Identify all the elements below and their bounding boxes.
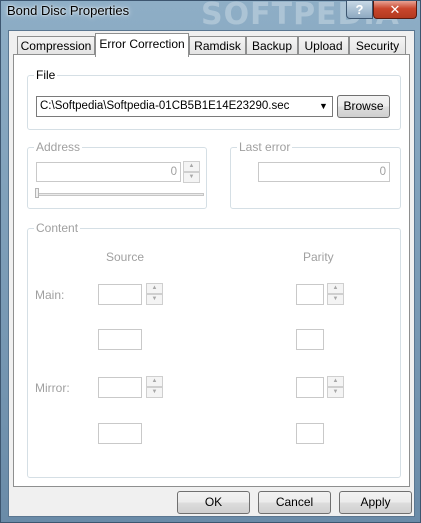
last-error-field: 0: [258, 162, 390, 182]
file-group-label: File: [34, 68, 58, 82]
tab-security[interactable]: Security: [349, 36, 406, 56]
spin-down-icon[interactable]: ▼: [327, 294, 344, 305]
mirror-label: Mirror:: [35, 381, 70, 395]
main-source-spinner[interactable]: ▲ ▼: [146, 283, 163, 305]
file-group: File C:\Softpedia\Softpedia-01CB5B1E14E2…: [27, 68, 401, 130]
browse-button[interactable]: Browse: [337, 95, 390, 118]
tab-compression[interactable]: Compression: [17, 36, 95, 56]
main-source-field[interactable]: [98, 284, 142, 305]
spin-up-icon[interactable]: ▲: [327, 283, 344, 294]
spin-up-icon[interactable]: ▲: [327, 376, 344, 387]
dialog-client: Compression Error Correction Ramdisk Bac…: [8, 30, 415, 517]
tab-error-correction[interactable]: Error Correction: [95, 33, 189, 57]
content-group: Content Source Parity Main: Mirror: ▲ ▼ …: [27, 221, 401, 478]
address-slider-track[interactable]: [36, 193, 204, 196]
spin-up-icon[interactable]: ▲: [146, 376, 163, 387]
address-field[interactable]: 0: [36, 162, 181, 182]
cancel-button[interactable]: Cancel: [258, 491, 331, 514]
last-error-group-label: Last error: [237, 140, 293, 154]
main-parity-value-box: [296, 329, 324, 350]
tab-ramdisk[interactable]: Ramdisk: [189, 36, 246, 56]
close-icon: ✕: [389, 2, 401, 17]
help-button[interactable]: ?: [346, 1, 373, 19]
address-group-label: Address: [34, 140, 83, 154]
mirror-parity-spinner[interactable]: ▲ ▼: [327, 376, 344, 398]
address-group: Address 0 ▲ ▼: [27, 140, 207, 209]
window-title: Bond Disc Properties: [7, 3, 130, 18]
parity-label: Parity: [303, 250, 334, 264]
properties-window: SOFTPEDIA Bond Disc Properties ? ✕ Compr…: [0, 0, 421, 523]
main-label: Main:: [35, 288, 65, 302]
mirror-parity-field[interactable]: [296, 377, 324, 398]
spin-up-icon[interactable]: ▲: [183, 161, 200, 172]
dropdown-arrow-icon[interactable]: ▼: [315, 97, 332, 116]
mirror-source-value-box: [98, 423, 142, 444]
address-slider-thumb[interactable]: [35, 188, 39, 198]
tab-backup[interactable]: Backup: [246, 36, 298, 56]
close-button[interactable]: ✕: [373, 1, 417, 19]
file-path-value: C:\Softpedia\Softpedia-01CB5B1E14E23290.…: [40, 100, 290, 112]
content-group-label: Content: [34, 221, 81, 235]
source-label: Source: [106, 250, 145, 264]
address-spinner[interactable]: ▲ ▼: [183, 161, 200, 183]
spin-down-icon[interactable]: ▼: [146, 387, 163, 398]
main-parity-spinner[interactable]: ▲ ▼: [327, 283, 344, 305]
spin-down-icon[interactable]: ▼: [327, 387, 344, 398]
mirror-source-field[interactable]: [98, 377, 142, 398]
title-bar[interactable]: SOFTPEDIA Bond Disc Properties ? ✕: [1, 0, 420, 32]
tab-upload[interactable]: Upload: [298, 36, 349, 56]
main-source-value-box: [98, 329, 142, 350]
apply-button[interactable]: Apply: [339, 491, 412, 514]
error-correction-page: File C:\Softpedia\Softpedia-01CB5B1E14E2…: [13, 54, 410, 487]
mirror-parity-value-box: [296, 423, 324, 444]
last-error-group: Last error 0: [230, 140, 401, 209]
mirror-source-spinner[interactable]: ▲ ▼: [146, 376, 163, 398]
spin-up-icon[interactable]: ▲: [146, 283, 163, 294]
spin-down-icon[interactable]: ▼: [146, 294, 163, 305]
ok-button[interactable]: OK: [177, 491, 250, 514]
spin-down-icon[interactable]: ▼: [183, 172, 200, 183]
file-combobox[interactable]: C:\Softpedia\Softpedia-01CB5B1E14E23290.…: [36, 96, 333, 117]
main-parity-field[interactable]: [296, 284, 324, 305]
